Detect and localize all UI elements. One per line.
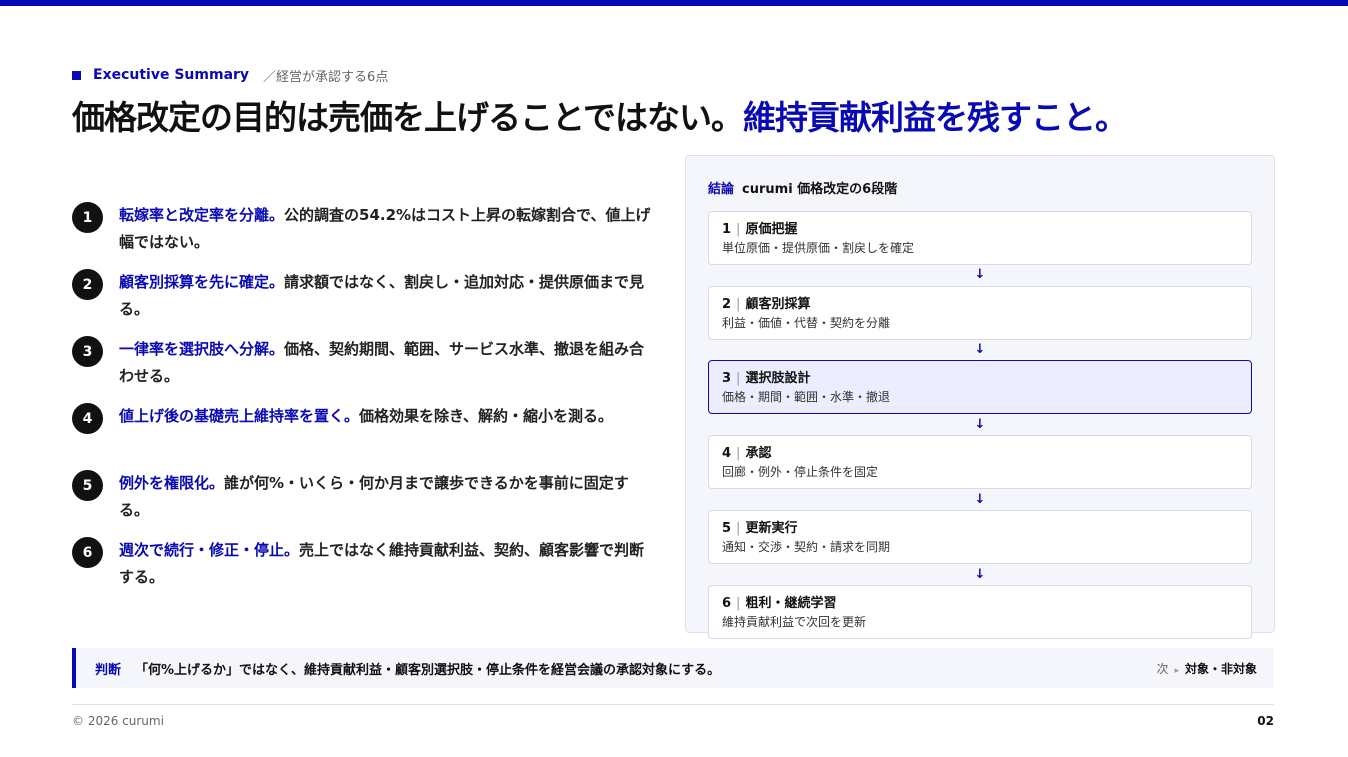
step-number: 3 xyxy=(722,371,732,386)
point-lead: 顧客別採算を先に確定。 xyxy=(119,273,285,291)
step-separator: | xyxy=(736,222,741,237)
panel-title: 結論 curumi 価格改定の6段階 xyxy=(708,178,897,197)
list-item: 6 週次で続行・修正・停止。売上ではなく維持貢献利益、契約、顧客影響で判断する。 xyxy=(72,537,662,604)
step-card-5: 5 | 更新実行 通知・交渉・契約・請求を同期 xyxy=(708,510,1252,564)
point-lead: 例外を権限化。 xyxy=(119,474,225,492)
next-target: 対象・非対象 xyxy=(1184,661,1257,676)
number-badge: 3 xyxy=(72,336,103,367)
step-title: 承認 xyxy=(745,446,772,461)
list-item: 4 値上げ後の基礎売上維持率を置く。価格効果を除き、解約・縮小を測る。 xyxy=(72,403,662,470)
number-badge: 2 xyxy=(72,269,103,300)
step-title: 更新実行 xyxy=(745,521,798,536)
step-card-6: 6 | 粗利・継続学習 維持貢献利益で次回を更新 xyxy=(708,585,1252,639)
title-main: 価格改定の目的は売価を上げることではない。 xyxy=(72,98,744,137)
conclusion-panel: 結論 curumi 価格改定の6段階 1 | 原価把握 単位原価・提供原価・割戻しを確… xyxy=(685,155,1275,639)
step-description: 維持貢献利益で次回を更新 xyxy=(722,615,867,629)
number-badge: 6 xyxy=(72,537,103,568)
key-points-list: 1 転嫁率と改定率を分離。公的調査の54.2%はコスト上昇の転嫁割合で、値上げ幅… xyxy=(72,202,662,604)
step-card-3-active: 3 | 選択肢設計 価格・期間・範囲・水準・撤退 xyxy=(708,360,1252,414)
list-item: 2 顧客別採算を先に確定。請求額ではなく、割戻し・追加対応・提供原価まで見る。 xyxy=(72,269,662,336)
step-separator: | xyxy=(736,297,741,312)
copyright: © 2026 curumi xyxy=(72,714,164,728)
number-badge: 5 xyxy=(72,470,103,501)
step-title: 原価把握 xyxy=(745,222,798,237)
eyebrow-label: Executive Summary xyxy=(93,67,250,83)
step-card-1: 1 | 原価把握 単位原価・提供原価・割戻しを確定 xyxy=(708,211,1252,265)
number-badge: 4 xyxy=(72,403,103,434)
step-card-4: 4 | 承認 回廊・例外・停止条件を固定 xyxy=(708,435,1252,489)
step-number: 4 xyxy=(722,446,732,461)
step-description: 通知・交渉・契約・請求を同期 xyxy=(722,540,891,554)
step-number: 5 xyxy=(722,521,732,536)
step-separator: | xyxy=(736,596,741,611)
step-title: 顧客別採算 xyxy=(745,297,811,312)
arrow-down-icon: ↓ xyxy=(974,342,986,357)
number-badge: 1 xyxy=(72,202,103,233)
step-separator: | xyxy=(736,371,741,386)
page-number: 02 xyxy=(1257,714,1274,728)
point-lead: 値上げ後の基礎売上維持率を置く。 xyxy=(119,407,360,425)
decision-tag: 判断 xyxy=(95,662,122,678)
step-title: 粗利・継続学習 xyxy=(745,596,837,611)
eyebrow-subtitle: ／経営が承認する6点 xyxy=(263,69,389,85)
step-description: 利益・価値・代替・契約を分離 xyxy=(722,316,891,330)
step-title: 選択肢設計 xyxy=(745,371,811,386)
arrow-down-icon: ↓ xyxy=(974,492,986,507)
step-description: 回廊・例外・停止条件を固定 xyxy=(722,465,879,479)
title-accent: 維持貢献利益を残すこと。 xyxy=(743,98,1128,137)
step-description: 価格・期間・範囲・水準・撤退 xyxy=(722,390,891,404)
arrow-down-icon: ↓ xyxy=(974,567,986,582)
arrow-down-icon: ↓ xyxy=(974,417,986,432)
list-item: 3 一律率を選択肢へ分解。価格、契約期間、範囲、サービス水準、撤退を組み合わせる… xyxy=(72,336,662,403)
step-separator: | xyxy=(736,446,741,461)
arrow-down-icon: ↓ xyxy=(974,267,986,282)
point-lead: 転嫁率と改定率を分離。 xyxy=(119,206,285,224)
step-description: 単位原価・提供原価・割戻しを確定 xyxy=(722,241,915,255)
section-eyebrow: Executive Summary ／経営が承認する6点 xyxy=(72,65,388,85)
list-item: 5 例外を権限化。誰が何%・いくら・何か月まで譲歩できるかを事前に固定する。 xyxy=(72,470,662,537)
panel-heading: curumi 価格改定の6段階 xyxy=(742,182,898,197)
page-title: 価格改定の目的は売価を上げることではない。維持貢献利益を残すこと。 xyxy=(72,96,1272,140)
step-number: 6 xyxy=(722,596,732,611)
point-lead: 週次で続行・修正・停止。 xyxy=(119,541,300,559)
step-separator: | xyxy=(736,521,741,536)
next-section-link[interactable]: 次 ▸ 対象・非対象 xyxy=(1156,660,1257,677)
next-label: 次 xyxy=(1156,661,1169,676)
decision-text: 「何%上げるか」ではなく、維持貢献利益・顧客別選択肢・停止条件を経営会議の承認対… xyxy=(135,662,721,678)
decision-callout: 判断 「何%上げるか」ではなく、維持貢献利益・顧客別選択肢・停止条件を経営会議の… xyxy=(72,648,1274,688)
point-text: 価格効果を除き、解約・縮小を測る。 xyxy=(359,407,613,425)
footer-divider xyxy=(72,704,1274,705)
step-card-2: 2 | 顧客別採算 利益・価値・代替・契約を分離 xyxy=(708,286,1252,340)
point-lead: 一律率を選択肢へ分解。 xyxy=(119,340,285,358)
panel-tag: 結論 xyxy=(708,182,735,197)
top-accent-bar xyxy=(0,0,1348,6)
list-item: 1 転嫁率と改定率を分離。公的調査の54.2%はコスト上昇の転嫁割合で、値上げ幅… xyxy=(72,202,662,269)
step-number: 1 xyxy=(722,222,732,237)
triangle-right-icon: ▸ xyxy=(1174,665,1179,676)
square-bullet-icon xyxy=(72,70,81,80)
step-number: 2 xyxy=(722,297,732,312)
